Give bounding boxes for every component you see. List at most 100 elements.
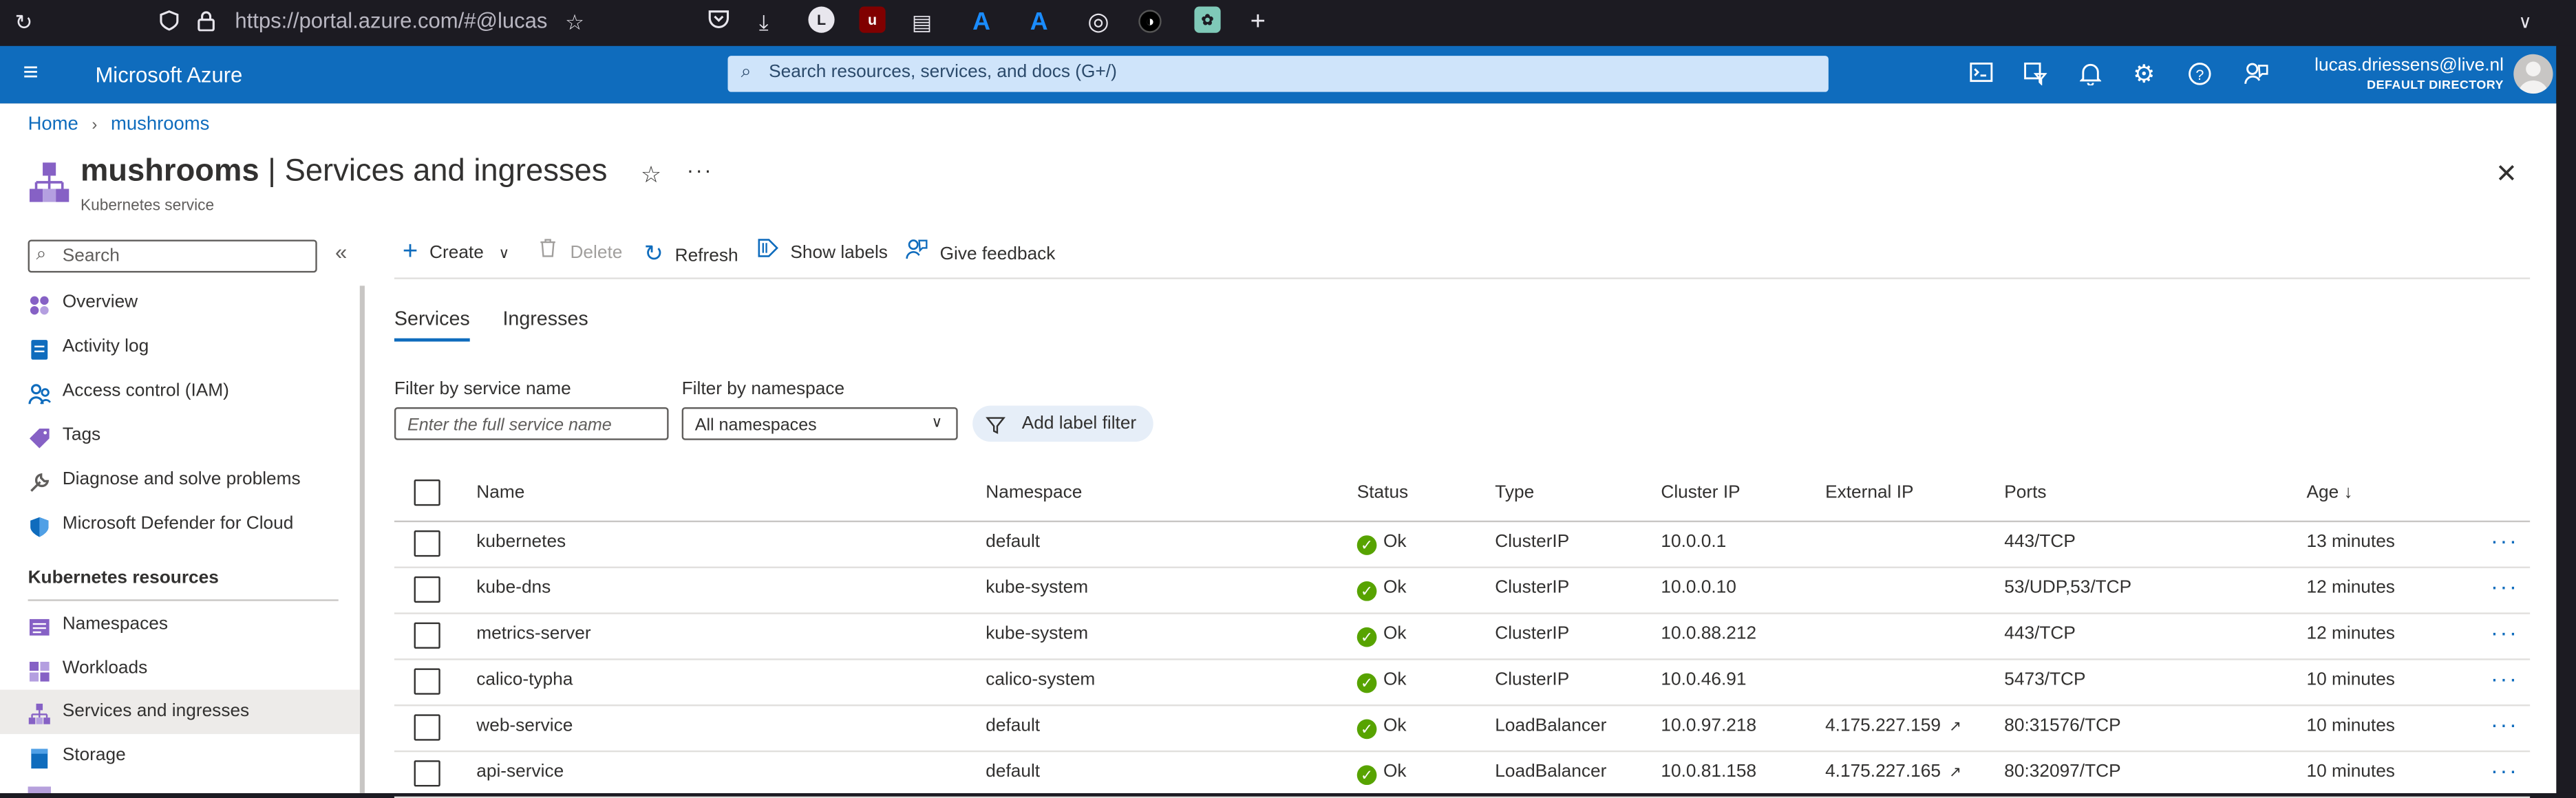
namespace-filter-dropdown[interactable]: All namespaces ∨ — [681, 407, 958, 440]
age-cell: 12 minutes — [2306, 578, 2395, 598]
page-title-text: Services and ingresses — [284, 154, 608, 189]
service-name-filter-input[interactable]: Enter the full service name — [394, 407, 669, 440]
add-label-filter-button[interactable]: Add label filter — [972, 405, 1153, 442]
row-more-actions-icon[interactable]: ··· — [2491, 757, 2519, 783]
sidebar-item-access-control[interactable]: Access control (IAM) — [28, 369, 356, 413]
tab-ingresses[interactable]: Ingresses — [502, 307, 588, 330]
breadcrumb-home-link[interactable]: Home — [28, 115, 78, 135]
service-name-link[interactable]: kube-dns — [476, 578, 551, 598]
account-avatar-icon[interactable]: L — [808, 6, 835, 33]
sidebar-item-namespaces[interactable]: Namespaces — [28, 603, 356, 647]
cloud-shell-icon[interactable] — [1968, 62, 1994, 89]
column-header-cluster-ip[interactable]: Cluster IP — [1661, 483, 1740, 503]
service-name-link[interactable]: web-service — [476, 716, 573, 736]
bookmark-star-icon[interactable]: ☆ — [565, 10, 584, 36]
sidebar-search-input[interactable]: ⌕ Search — [28, 239, 317, 273]
pocket-icon[interactable] — [708, 10, 730, 36]
collapse-sidebar-icon[interactable]: « — [335, 240, 347, 265]
row-checkbox[interactable] — [414, 714, 440, 741]
namespace-cell: default — [986, 532, 1041, 552]
downloads-icon[interactable]: ⤓ — [759, 10, 769, 36]
sidebar-item-tags[interactable]: Tags — [28, 414, 356, 458]
help-icon[interactable]: ? — [2186, 63, 2213, 89]
row-more-actions-icon[interactable]: ··· — [2491, 711, 2519, 737]
azure-extension-icon[interactable]: A — [972, 9, 990, 36]
service-name-link[interactable]: metrics-server — [476, 624, 590, 644]
row-more-actions-icon[interactable]: ··· — [2491, 527, 2519, 553]
settings-gear-icon[interactable]: ⚙ — [2131, 62, 2157, 89]
new-tab-icon[interactable]: + — [1250, 9, 1266, 36]
table-row[interactable]: api-service default ✓ Ok LoadBalancer 10.0.81… — [394, 751, 2531, 798]
external-ip-link[interactable]: 4.175.227.159 ↗ — [1825, 716, 1961, 736]
globe-icon[interactable]: ◎ — [1087, 9, 1109, 36]
sidebar-item-overview[interactable]: Overview — [28, 281, 356, 325]
table-row[interactable]: kube-dns kube-system ✓ Ok ClusterIP 10.0.0.10… — [394, 567, 2531, 614]
namespace-cell: kube-system — [986, 578, 1089, 598]
sidebar-item-storage[interactable]: Storage — [28, 734, 356, 778]
reload-icon[interactable]: ↻ — [14, 10, 32, 36]
table-row[interactable]: calico-typha calico-system ✓ Ok ClusterIP 10.… — [394, 658, 2531, 707]
sidebar-item-diagnose[interactable]: Diagnose and solve problems — [28, 458, 356, 502]
notifications-bell-icon[interactable] — [2076, 63, 2103, 89]
column-header-age[interactable]: Age ↓ — [2306, 483, 2352, 503]
dark-mode-icon[interactable]: ◑ — [1138, 10, 1162, 33]
select-all-checkbox[interactable] — [414, 479, 440, 506]
status-text: Ok — [1383, 624, 1407, 644]
delete-button[interactable]: Delete — [539, 238, 622, 268]
row-checkbox[interactable] — [414, 668, 440, 695]
type-cell: ClusterIP — [1495, 532, 1570, 552]
global-search-input[interactable]: ⌕ Search resources, services, and docs (… — [727, 56, 1829, 92]
sidebar-item-services-and-ingresses[interactable]: Services and ingresses — [0, 689, 360, 735]
address-bar[interactable]: https://portal.azure.com/#@lucas — [235, 8, 547, 33]
column-header-type[interactable]: Type — [1495, 483, 1534, 503]
user-directory: DEFAULT DIRECTORY — [2367, 77, 2504, 92]
row-more-actions-icon[interactable]: ··· — [2491, 665, 2519, 691]
row-checkbox[interactable] — [414, 576, 440, 603]
show-labels-button[interactable]: Show labels — [757, 238, 888, 268]
azure-extension-icon-2[interactable]: A — [1030, 9, 1048, 36]
row-more-actions-icon[interactable]: ··· — [2491, 619, 2519, 645]
feedback-icon[interactable] — [2242, 63, 2268, 89]
service-name-link[interactable]: api-service — [476, 762, 564, 782]
sidebar-scrollbar[interactable] — [359, 285, 365, 793]
column-header-status[interactable]: Status — [1357, 483, 1408, 503]
row-checkbox[interactable] — [414, 622, 440, 649]
column-header-name[interactable]: Name — [476, 483, 524, 503]
create-button[interactable]: + Create ∨ — [403, 238, 509, 268]
user-avatar[interactable] — [2513, 54, 2553, 94]
column-header-external-ip[interactable]: External IP — [1825, 483, 1913, 503]
containers-icon[interactable]: ▤ — [912, 10, 932, 36]
search-icon: ⌕ — [36, 244, 47, 265]
lock-icon[interactable] — [197, 10, 215, 38]
close-icon[interactable]: ✕ — [2495, 158, 2518, 191]
external-ip-link[interactable]: 4.175.227.165 ↗ — [1825, 762, 1961, 782]
sidebar-item-workloads[interactable]: Workloads — [28, 647, 356, 691]
table-row[interactable]: metrics-server kube-system ✓ Ok ClusterIP 10.… — [394, 612, 2531, 660]
sidebar-item-defender[interactable]: Microsoft Defender for Cloud — [28, 502, 356, 546]
service-name-link[interactable]: calico-typha — [476, 670, 573, 690]
row-more-actions-icon[interactable]: ··· — [2491, 573, 2519, 599]
column-header-namespace[interactable]: Namespace — [986, 483, 1082, 503]
tracking-shield-icon[interactable] — [160, 10, 180, 38]
directory-filter-icon[interactable] — [2023, 62, 2049, 89]
chevron-down-icon[interactable]: ∨ — [2518, 10, 2531, 36]
hamburger-menu-icon[interactable]: ≡ — [23, 60, 38, 87]
iam-icon — [28, 379, 52, 405]
give-feedback-button[interactable]: Give feedback — [905, 238, 1055, 268]
service-name-link[interactable]: kubernetes — [476, 532, 566, 552]
sidebar-item-activity-log[interactable]: Activity log — [28, 325, 356, 369]
tab-services[interactable]: Services — [394, 307, 470, 342]
refresh-button[interactable]: ↻ Refresh — [644, 238, 738, 268]
row-checkbox[interactable] — [414, 760, 440, 787]
row-checkbox[interactable] — [414, 530, 440, 557]
table-row[interactable]: kubernetes default ✓ Ok ClusterIP 10.0.0.1 443… — [394, 521, 2531, 568]
brand-title[interactable]: Microsoft Azure — [95, 63, 242, 87]
favorite-star-icon[interactable]: ☆ — [641, 161, 661, 189]
breadcrumb-current-link[interactable]: mushrooms — [111, 115, 209, 135]
column-header-ports[interactable]: Ports — [2004, 483, 2046, 503]
more-options-icon[interactable]: ··· — [687, 158, 713, 182]
ublock-icon[interactable]: u — [859, 6, 886, 33]
account-info[interactable]: lucas.driessens@live.nl DEFAULT DIRECTOR… — [2267, 56, 2504, 94]
chatgpt-icon[interactable]: ✿ — [1194, 6, 1221, 33]
table-row[interactable]: web-service default ✓ Ok LoadBalancer 10.0.97… — [394, 704, 2531, 753]
